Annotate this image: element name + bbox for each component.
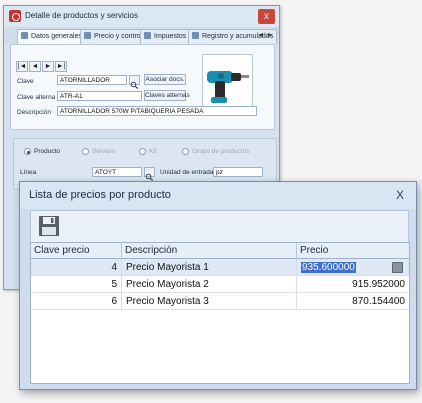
tab-impuestos[interactable]: Impuestos <box>140 29 191 44</box>
search-icon <box>130 81 139 90</box>
descripcion-field[interactable]: ATORNILLADOR 570W P/TABIQUERIA PESADA <box>57 106 257 116</box>
search-icon <box>145 173 154 182</box>
unidad-field[interactable]: pz <box>213 167 263 177</box>
tab-label: Precio y control <box>94 33 143 40</box>
radio-producto-label: Producto <box>34 148 61 155</box>
product-window-title: Detalle de productos y servicios <box>25 11 138 20</box>
table-row[interactable]: 6 Precio Mayorista 3 870.154400 <box>31 293 409 310</box>
tab-icon <box>21 32 28 39</box>
tab-icon <box>84 32 91 39</box>
clave-precio-cell: 4 <box>31 259 122 276</box>
app-icon <box>9 10 21 22</box>
last-record-button[interactable]: ►| <box>55 61 67 72</box>
radio-grupo-productos-label: Grupo de productos <box>192 148 250 155</box>
asociar-docs-button[interactable]: Asociar docs. <box>144 74 186 85</box>
tab-label: Impuestos <box>154 33 187 40</box>
precio-cell[interactable]: 870.154400 <box>297 293 409 310</box>
radio-producto[interactable] <box>24 148 31 155</box>
previous-record-button[interactable]: ◄ <box>29 61 41 72</box>
column-header-precio[interactable]: Precio <box>297 243 409 259</box>
precio-cell[interactable]: 915.952000 <box>297 276 409 293</box>
clave-precio-cell: 6 <box>31 293 122 310</box>
radio-servicio[interactable] <box>82 148 89 155</box>
linea-field[interactable]: ATOYT <box>92 167 142 177</box>
tab-scroll-left-icon[interactable]: ◄ <box>257 30 265 42</box>
price-window-titlebar: Lista de precios por producto X <box>20 182 416 209</box>
descripcion-cell: Precio Mayorista 3 <box>122 293 297 310</box>
radio-servicio-label: Servicio <box>92 148 116 155</box>
first-record-button[interactable]: |◄ <box>16 61 28 72</box>
table-row[interactable]: 4 Precio Mayorista 1 935.600000 <box>31 259 409 276</box>
radio-kit-label: Kit <box>149 148 157 155</box>
close-icon[interactable]: x <box>258 9 275 24</box>
table-row[interactable]: 5 Precio Mayorista 2 915.952000 <box>31 276 409 293</box>
clave-field[interactable]: ATORNILLADOR <box>57 75 127 85</box>
precio-edit-cell[interactable]: 935.600000 <box>297 259 409 276</box>
close-icon[interactable]: X <box>392 188 408 202</box>
next-record-button[interactable]: ► <box>42 61 54 72</box>
unidad-label: Unidad de entrada <box>160 169 214 176</box>
linea-label: Línea <box>20 169 37 176</box>
price-grid: Clave precio Descripción Precio 4 Precio… <box>30 242 410 384</box>
tab-label: Datos generales <box>31 33 82 40</box>
tab-precio-control[interactable]: Precio y control <box>80 29 147 44</box>
column-header-descripcion[interactable]: Descripción <box>122 243 297 259</box>
clave-label: Clave <box>17 78 34 85</box>
column-header-clave-precio[interactable]: Clave precio <box>31 243 122 259</box>
price-list-window: Lista de precios por producto X Clave pr… <box>19 181 417 390</box>
descripcion-cell: Precio Mayorista 1 <box>122 259 297 276</box>
tab-scroll-right-icon[interactable]: ► <box>266 30 274 42</box>
radio-kit[interactable] <box>139 148 146 155</box>
descripcion-label: Descripción <box>17 109 51 116</box>
price-window-title: Lista de precios por producto <box>29 189 171 201</box>
descripcion-cell: Precio Mayorista 2 <box>122 276 297 293</box>
clave-alterna-label: Clave alterna <box>17 94 56 101</box>
clave-search-button[interactable] <box>129 75 140 90</box>
precio-edit-value[interactable]: 935.600000 <box>301 262 356 273</box>
calculator-icon[interactable] <box>392 262 403 273</box>
price-toolbar <box>30 210 409 243</box>
clave-alterna-field[interactable]: ATR-A1 <box>57 91 142 101</box>
save-icon[interactable] <box>38 215 60 237</box>
tab-datos-generales[interactable]: Datos generales <box>17 29 86 45</box>
clave-precio-cell: 5 <box>31 276 122 293</box>
product-window-titlebar: Detalle de productos y servicios x <box>4 6 279 28</box>
radio-grupo-productos[interactable] <box>182 148 189 155</box>
tab-icon <box>144 32 151 39</box>
tab-icon <box>192 32 199 39</box>
claves-alternas-button[interactable]: Claves alternas <box>144 90 190 101</box>
drill-image-icon <box>207 71 249 103</box>
product-image <box>202 54 253 110</box>
linea-search-button[interactable] <box>144 167 155 182</box>
